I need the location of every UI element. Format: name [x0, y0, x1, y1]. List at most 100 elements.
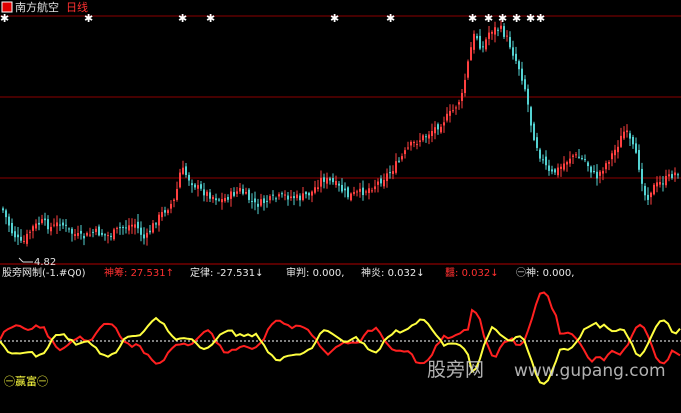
period-label[interactable]: 日线: [66, 0, 88, 14]
candle-body: [206, 191, 208, 196]
candle-body: [116, 227, 118, 229]
candle-body: [161, 212, 163, 218]
candle-body: [32, 226, 34, 231]
candle-body: [62, 222, 64, 226]
star-marker-icon: ✱: [498, 12, 507, 25]
candle-body: [485, 39, 487, 50]
up-arrow-icon: ↑: [166, 268, 174, 279]
indicator-name[interactable]: 股旁网制(-1.#Q0): [2, 266, 86, 279]
candle-body: [230, 191, 232, 199]
candle-body: [599, 171, 601, 176]
candle-body: [545, 156, 547, 166]
candle-body: [269, 196, 271, 201]
candle-body: [554, 169, 556, 173]
candle-body: [176, 188, 178, 200]
candle-body: [629, 133, 631, 139]
candle-body: [335, 180, 337, 185]
candle-body: [440, 126, 442, 133]
candle-body: [455, 107, 457, 109]
candle-body: [257, 203, 259, 207]
candle-body: [548, 165, 550, 171]
candle-body: [125, 227, 127, 229]
candle-body: [371, 190, 373, 192]
candle-body: [368, 188, 370, 194]
candle-body: [110, 235, 112, 237]
candle-body: [593, 171, 595, 173]
candle-body: [602, 170, 604, 174]
candle-body: [497, 29, 499, 31]
candle-body: [431, 131, 433, 137]
candle-body: [587, 162, 589, 167]
candle-body: [386, 173, 388, 182]
candle-body: [137, 221, 139, 229]
candle-body: [128, 225, 130, 231]
candle-body: [659, 182, 661, 185]
candle-body: [416, 144, 418, 146]
candle-body: [437, 124, 439, 130]
candle-body: [641, 168, 643, 184]
candle-body: [596, 171, 598, 179]
candle-body: [11, 222, 13, 234]
candle-body: [233, 192, 235, 196]
candle-body: [104, 234, 106, 236]
candle-body: [467, 61, 469, 78]
candle-body: [452, 110, 454, 112]
candle-body: [377, 181, 379, 185]
candle-body: [296, 194, 298, 199]
candle-body: [473, 33, 475, 50]
candle-body: [89, 234, 91, 236]
candle-body: [446, 113, 448, 121]
candle-body: [653, 184, 655, 195]
candle-body: [98, 226, 100, 236]
candle-body: [674, 172, 676, 176]
candle-body: [398, 160, 400, 162]
candle-body: [443, 122, 445, 126]
candle-body: [365, 191, 367, 193]
candle-body: [251, 200, 253, 202]
candle-body: [407, 147, 409, 149]
candle-body: [662, 183, 664, 185]
stock-name: 南方航空: [15, 0, 59, 14]
candle-body: [383, 179, 385, 187]
candle-body: [461, 92, 463, 102]
candle-body: [608, 162, 610, 164]
candle-body: [374, 186, 376, 190]
candle-body: [422, 135, 424, 141]
candle-body: [566, 162, 568, 165]
candle-body: [551, 169, 553, 172]
candle-body: [341, 184, 343, 192]
candle-body: [626, 130, 628, 133]
candle-body: [272, 194, 274, 196]
candle-body: [323, 177, 325, 182]
candle-body: [101, 232, 103, 235]
candle-body: [362, 187, 364, 196]
stock-chart-window[interactable]: ✱ ✱ ✱ ✱ ✱ ✱ ✱ ✱ ✱ ✱ ✱ ✱ 4.82 南方航空 日线 股旁网制(-1.#Q0) 神…: [0, 0, 681, 409]
candle-body: [83, 235, 85, 239]
candle-body: [92, 231, 94, 233]
candle-body: [677, 174, 679, 176]
candle-body: [614, 149, 616, 156]
candle-body: [314, 187, 316, 193]
candle-body: [158, 214, 160, 226]
candle-body: [350, 193, 352, 201]
candle-body: [404, 150, 406, 155]
candle-body: [509, 37, 511, 48]
candle-body: [434, 127, 436, 134]
candle-body: [23, 240, 25, 242]
indicator-label: 神筹: [104, 266, 124, 279]
star-marker-icon: ✱: [526, 12, 535, 25]
candle-body: [569, 158, 571, 164]
candle-body: [35, 223, 37, 229]
candle-body: [458, 102, 460, 105]
down-arrow-icon: ↓: [255, 268, 263, 279]
candle-body: [200, 184, 202, 189]
candle-body: [185, 166, 187, 175]
star-marker-icon: ✱: [330, 12, 339, 25]
candle-body: [311, 191, 313, 196]
star-marker-icon: ✱: [536, 12, 545, 25]
candle-body: [239, 187, 241, 192]
candle-body: [632, 136, 634, 145]
candle-body: [623, 131, 625, 139]
candle-body: [488, 32, 490, 39]
candle-body: [188, 174, 190, 181]
